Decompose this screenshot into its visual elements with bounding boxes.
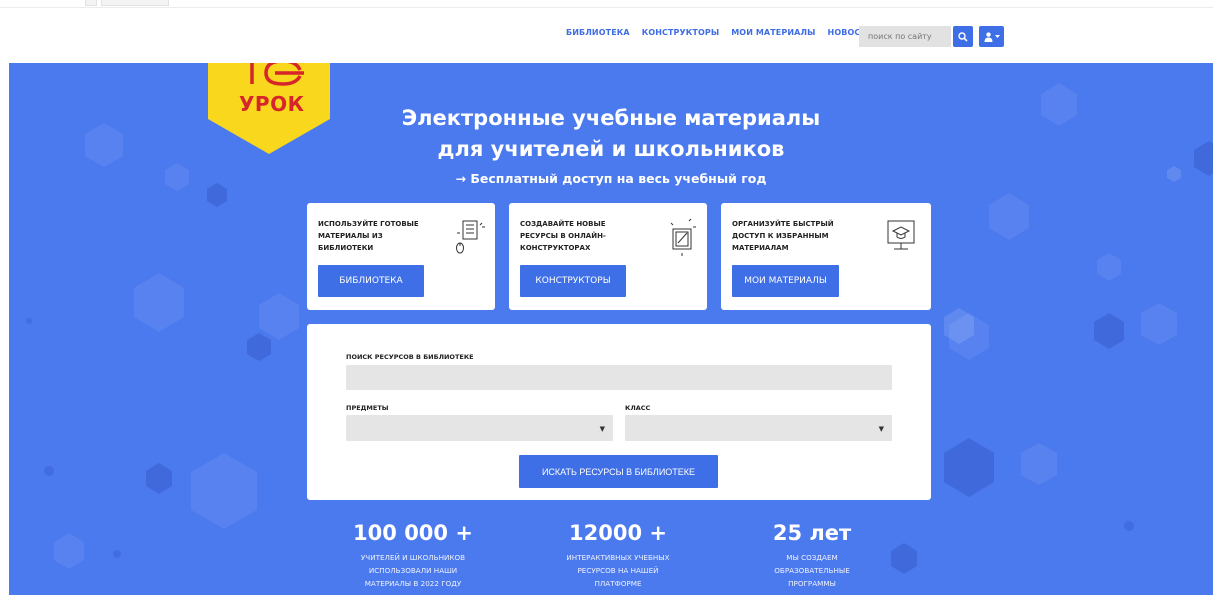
feature-card-library: Используйте готовые материалы из библиот… [307, 203, 495, 310]
hero-title-line2: для учителей и школьников [437, 137, 785, 161]
library-icon [456, 220, 485, 254]
tab-stub [101, 0, 169, 6]
browser-strip [0, 0, 1213, 8]
site-search-input[interactable] [859, 26, 951, 47]
search-library-button[interactable]: ИСКАТЬ РЕСУРСЫ В БИБЛИОТЕКЕ [519, 455, 718, 488]
class-select[interactable]: ▼ [625, 415, 892, 441]
main-nav: БИБЛИОТЕКА КОНСТРУКТОРЫ МОИ МАТЕРИАЛЫ НО… [566, 28, 873, 37]
nav-my-materials[interactable]: МОИ МАТЕРИАЛЫ [731, 28, 815, 37]
stat-description: учителей и школьников использовали наши … [333, 551, 493, 590]
stat-desc-line: материалы в 2022 году [364, 579, 462, 588]
stat-description: интерактивных учебных ресурсов на нашей … [538, 551, 698, 590]
user-menu-button[interactable] [979, 26, 1004, 47]
hero-title-line1: Электронные учебные материалы [401, 106, 821, 130]
feature-card-text: Используйте готовые материалы из библиот… [318, 220, 419, 252]
constructors-button[interactable]: КОНСТРУКТОРЫ [520, 265, 626, 297]
nav-constructors[interactable]: КОНСТРУКТОРЫ [642, 28, 720, 37]
user-icon [984, 31, 992, 42]
resource-search-input[interactable] [346, 365, 892, 390]
subjects-label: ПРЕДМЕТЫ [346, 404, 389, 412]
stat-desc-line: учителей и школьников [360, 553, 466, 562]
stat-number: 12000 + [569, 521, 667, 545]
feature-card-text: Создавайте новые ресурсы в онлайн-констр… [520, 220, 606, 252]
constructor-icon [670, 218, 696, 256]
library-button[interactable]: БИБЛИОТЕКА [318, 265, 424, 297]
library-search-panel: ПОИСК РЕСУРСОВ В БИБЛИОТЕКЕ ПРЕДМЕТЫ ▼ К… [307, 324, 931, 500]
dropdown-caret-icon: ▼ [599, 425, 605, 433]
stat-desc-line: использовали наши [368, 566, 458, 575]
feature-card-text: Организуйте быстрый доступ к избранным м… [732, 220, 834, 252]
stat-desc-line: ресурсов на нашей [577, 566, 659, 575]
my-materials-icon [887, 220, 915, 250]
feature-card-constructors: Создавайте новые ресурсы в онлайн-констр… [509, 203, 707, 310]
tab-stub [85, 0, 97, 6]
stat-desc-line: интерактивных учебных [566, 553, 670, 562]
search-icon [958, 31, 968, 42]
stat-number: 100 000 + [353, 521, 473, 545]
stat-desc-line: образовательные [774, 566, 850, 575]
caret-down-icon [994, 34, 1000, 38]
search-button[interactable] [953, 26, 973, 47]
stat-desc-line: мы создаем [786, 553, 838, 562]
class-label: КЛАСС [625, 404, 651, 412]
resource-search-label: ПОИСК РЕСУРСОВ В БИБЛИОТЕКЕ [346, 353, 474, 361]
feature-card-my-materials: Организуйте быстрый доступ к избранным м… [721, 203, 931, 310]
nav-library[interactable]: БИБЛИОТЕКА [566, 28, 630, 37]
stat-users: 100 000 + учителей и школьников использо… [333, 519, 493, 590]
hero-title: Электронные учебные материалы для учител… [9, 103, 1213, 165]
stat-desc-line: платформе [594, 579, 642, 588]
stat-number: 25 лет [772, 521, 852, 545]
stat-years: 25 лет мы создаем образовательные програ… [732, 519, 892, 590]
stat-resources: 12000 + интерактивных учебных ресурсов н… [538, 519, 698, 590]
subjects-select[interactable]: ▼ [346, 415, 613, 441]
stat-desc-line: программы [788, 579, 836, 588]
dropdown-caret-icon: ▼ [878, 425, 884, 433]
stat-description: мы создаем образовательные программы [732, 551, 892, 590]
hero-subtitle: → Бесплатный доступ на весь учебный год [455, 171, 767, 186]
my-materials-button[interactable]: МОИ МАТЕРИАЛЫ [732, 265, 839, 297]
